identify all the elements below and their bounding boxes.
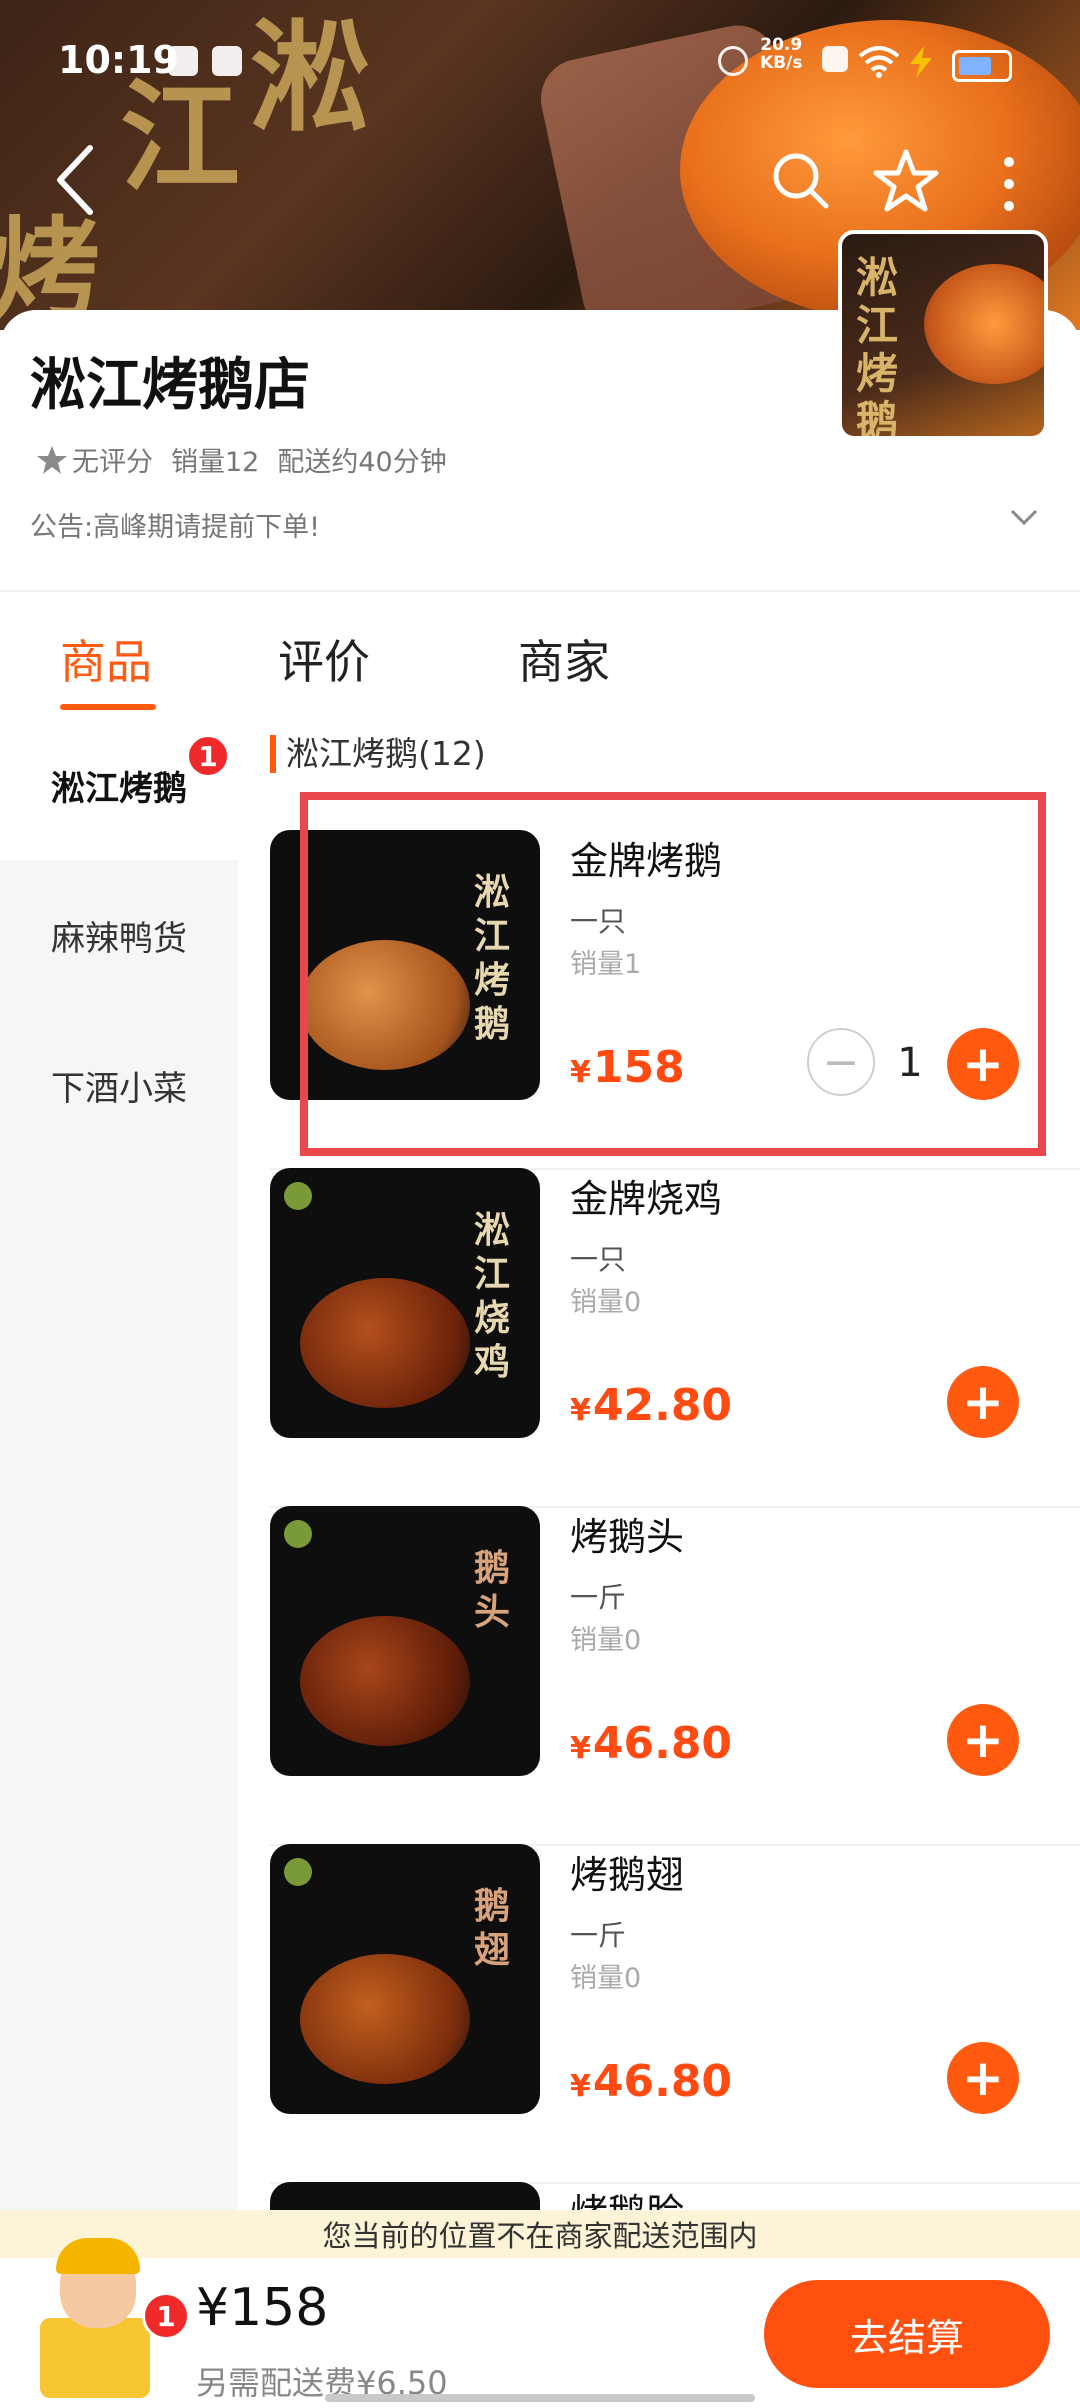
product-image-text: 鹅翅	[474, 1885, 511, 1971]
tab-products[interactable]: 商品	[60, 626, 152, 692]
checkout-button[interactable]: 去结算	[764, 2280, 1050, 2388]
product-price: ¥42.80	[570, 1380, 732, 1431]
rating-text: 无评分	[72, 447, 153, 478]
product-spec: 一斤	[570, 1919, 627, 1952]
delivery-time: 配送约40分钟	[277, 447, 447, 478]
network-speed-unit: KB/s	[760, 53, 803, 73]
shop-logo-goose	[924, 264, 1044, 384]
category-item[interactable]: 下酒小菜	[0, 1010, 238, 1160]
category-badge: 1	[186, 734, 230, 778]
currency-symbol: ¥	[570, 2069, 591, 2104]
price-value: 42.80	[592, 1380, 733, 1431]
status-bar: 10:19 20.9 KB/s	[0, 0, 1080, 120]
category-item[interactable]: 淞江烤鹅 1	[0, 710, 238, 860]
food-photo	[300, 1278, 470, 1408]
category-label: 淞江烤鹅	[51, 768, 187, 809]
product-price: ¥46.80	[570, 2056, 732, 2107]
cart-total: ¥158	[196, 2278, 329, 2338]
shop-meta: 无评分 销量12 配送约40分钟	[36, 440, 447, 479]
network-speed-value: 20.9	[760, 35, 803, 55]
shop-rating: 无评分	[36, 440, 153, 479]
shop-logo: 淞江烤鹅	[838, 230, 1048, 440]
tab-merchant[interactable]: 商家	[518, 626, 610, 692]
battery-icon	[952, 50, 1012, 82]
divider	[0, 590, 1080, 592]
food-photo	[300, 1954, 470, 2084]
price-value: 46.80	[592, 1718, 733, 1769]
product-name: 金牌烧鸡	[570, 1177, 723, 1221]
star-favorite-icon[interactable]	[872, 148, 940, 214]
tab-reviews[interactable]: 评价	[278, 626, 370, 692]
status-time: 10:19	[58, 38, 179, 82]
wifi-icon	[858, 46, 900, 78]
mute-icon	[718, 46, 748, 76]
shop-name: 淞江烤鹅店	[30, 353, 310, 418]
cart-mascot-icon[interactable]	[30, 2228, 160, 2398]
network-speed: 20.9 KB/s	[760, 36, 802, 72]
currency-symbol: ¥	[570, 1731, 591, 1766]
cart-count-badge: 1	[142, 2292, 190, 2340]
chevron-down-icon[interactable]	[1008, 505, 1040, 529]
shop-logo-text: 淞江烤鹅	[856, 253, 899, 440]
add-button[interactable]: +	[947, 2042, 1019, 2114]
product-price: ¥46.80	[570, 1718, 732, 1769]
product-sales: 销量0	[570, 1963, 642, 1994]
currency-symbol: ¥	[570, 1393, 591, 1428]
shop-notice[interactable]: 公告:高峰期请提前下单!	[30, 505, 320, 544]
product-spec: 一斤	[570, 1581, 627, 1614]
charging-icon	[910, 46, 932, 78]
home-indicator	[325, 2394, 755, 2402]
product-sales: 销量0	[570, 1625, 642, 1656]
star-icon	[37, 445, 67, 474]
food-photo	[300, 1616, 470, 1746]
product-sales: 销量0	[570, 1287, 642, 1318]
product-name: 烤鹅翅	[570, 1853, 685, 1897]
category-sidebar: 淞江烤鹅 1 麻辣鸭货 下酒小菜	[0, 710, 238, 2210]
search-icon[interactable]	[770, 150, 830, 210]
back-icon[interactable]	[50, 140, 100, 220]
shop-sales: 销量12	[171, 447, 260, 478]
product-image: 淞江烧鸡	[270, 1168, 540, 1438]
more-icon[interactable]	[994, 150, 1024, 220]
mascot-cap	[56, 2238, 140, 2274]
category-item[interactable]: 麻辣鸭货	[0, 860, 238, 1010]
tab-bar: 商品 评价 商家	[0, 600, 1080, 710]
section-title: 淞江烤鹅(12)	[270, 735, 486, 773]
category-label: 下酒小菜	[51, 1068, 187, 1109]
category-label: 麻辣鸭货	[51, 918, 187, 959]
delivery-range-warning: 您当前的位置不在商家配送范围内	[0, 2210, 1080, 2258]
cart-bar: 1 ¥158 另需配送费¥6.50 去结算	[0, 2238, 1080, 2408]
highlight-box	[300, 792, 1046, 1156]
sim-icon	[822, 46, 848, 72]
add-button[interactable]: +	[947, 1366, 1019, 1438]
product-spec: 一只	[570, 1243, 627, 1276]
product-item[interactable]: 鹅翅 烤鹅翅 一斤 销量0 ¥46.80 +	[270, 1844, 1080, 2184]
brand-logo-icon	[284, 1182, 312, 1210]
product-item[interactable]: 鹅头 烤鹅头 一斤 销量0 ¥46.80 +	[270, 1506, 1080, 1846]
product-image	[270, 2182, 540, 2210]
mascot-box	[40, 2318, 150, 2398]
notification-icon	[212, 46, 242, 76]
product-item[interactable]: 烤鹅脸	[270, 2182, 1080, 2210]
product-name: 烤鹅头	[570, 1515, 685, 1559]
add-button[interactable]: +	[947, 1704, 1019, 1776]
product-name: 烤鹅脸	[570, 2182, 684, 2210]
brand-logo-icon	[284, 1520, 312, 1548]
product-image-text: 鹅头	[474, 1547, 511, 1633]
product-item[interactable]: 淞江烧鸡 金牌烧鸡 一只 销量0 ¥42.80 +	[270, 1168, 1080, 1508]
brand-logo-icon	[284, 1858, 312, 1886]
qq-icon	[168, 46, 198, 76]
product-image: 鹅头	[270, 1506, 540, 1776]
product-image-text: 淞江烧鸡	[474, 1209, 511, 1383]
price-value: 46.80	[592, 2056, 733, 2107]
product-image: 鹅翅	[270, 1844, 540, 2114]
